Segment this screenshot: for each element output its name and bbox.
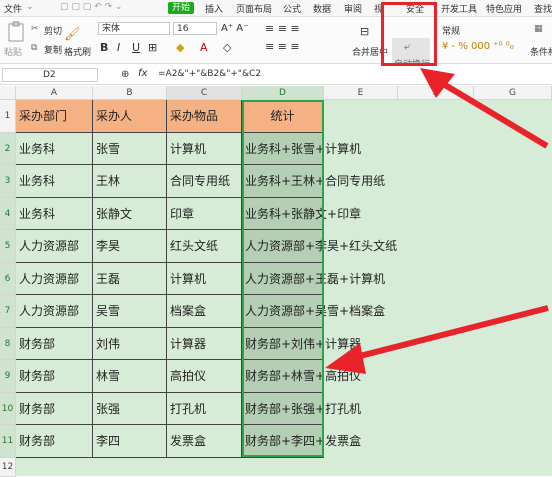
arrow-to-cells-head	[325, 343, 366, 374]
arrow-to-wrap-head	[420, 68, 455, 98]
annotation-arrows	[325, 68, 549, 374]
arrow-to-cells-line	[351, 305, 549, 361]
arrow-to-wrap-line	[438, 79, 549, 149]
